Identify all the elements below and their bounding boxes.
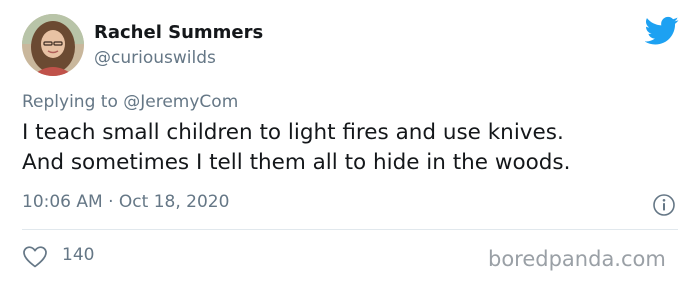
twitter-bird-icon[interactable]: [644, 16, 679, 46]
watermark: boredpanda.com: [488, 247, 666, 271]
replying-to-label: Replying to: [22, 92, 118, 112]
info-icon[interactable]: [652, 193, 676, 217]
reply-mention-link[interactable]: @JeremyCom: [123, 92, 238, 112]
divider: [22, 229, 678, 230]
replying-to-line: Replying to @JeremyCom: [22, 92, 238, 112]
avatar[interactable]: [22, 14, 84, 76]
heart-icon[interactable]: [22, 245, 48, 269]
author-display-name[interactable]: Rachel Summers: [94, 22, 263, 43]
tweet-text-line: I teach small children to light fires an…: [22, 120, 564, 145]
author-handle[interactable]: @curiouswilds: [94, 48, 216, 68]
tweet-text-line: And sometimes I tell them all to hide in…: [22, 150, 571, 175]
like-count: 140: [62, 245, 95, 265]
tweet-text: I teach small children to light fires an…: [22, 118, 682, 178]
tweet-timestamp[interactable]: 10:06 AM · Oct 18, 2020: [22, 192, 229, 212]
